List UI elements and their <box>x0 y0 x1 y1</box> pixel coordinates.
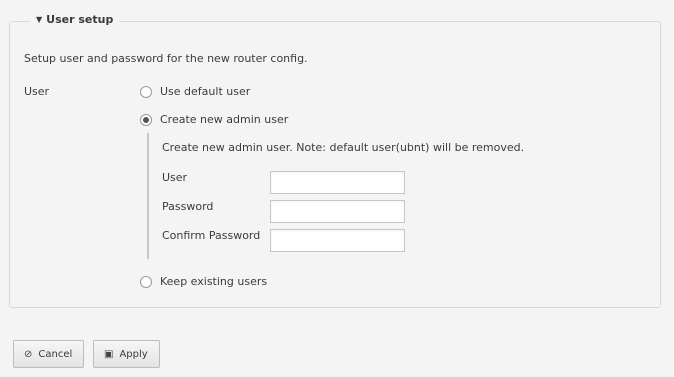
radio-unchecked-icon[interactable] <box>140 275 152 288</box>
new-admin-note: Create new admin user. Note: default use… <box>162 141 525 154</box>
confirm-password-label: Confirm Password <box>162 229 261 242</box>
section-description: Setup user and password for the new rout… <box>24 52 308 65</box>
radio-label: Use default user <box>160 85 251 98</box>
confirm-password-input[interactable] <box>270 229 405 252</box>
radio-keep-existing-users[interactable]: Keep existing users <box>140 275 267 288</box>
section-title: User setup <box>46 13 114 26</box>
radio-label: Create new admin user <box>160 113 289 126</box>
apply-button[interactable]: ▣ Apply <box>93 340 160 368</box>
new-user-label: User <box>162 171 188 184</box>
user-setup-toggle[interactable]: ▼ User setup <box>30 13 120 26</box>
cancel-label: Cancel <box>38 348 73 360</box>
radio-create-new-admin-user[interactable]: Create new admin user <box>140 113 288 126</box>
caret-down-icon: ▼ <box>36 15 43 24</box>
indent-divider <box>147 133 149 259</box>
password-label: Password <box>162 200 214 213</box>
radio-checked-icon[interactable] <box>140 113 152 126</box>
new-user-input[interactable] <box>270 171 405 194</box>
ban-icon: ⊘ <box>24 348 33 360</box>
radio-unchecked-icon[interactable] <box>140 85 152 98</box>
password-input[interactable] <box>270 200 405 223</box>
save-icon: ▣ <box>104 348 114 360</box>
cancel-button[interactable]: ⊘ Cancel <box>13 340 84 368</box>
radio-label: Keep existing users <box>160 275 268 288</box>
radio-use-default-user[interactable]: Use default user <box>140 85 250 98</box>
user-label: User <box>24 85 50 98</box>
apply-label: Apply <box>119 348 148 360</box>
